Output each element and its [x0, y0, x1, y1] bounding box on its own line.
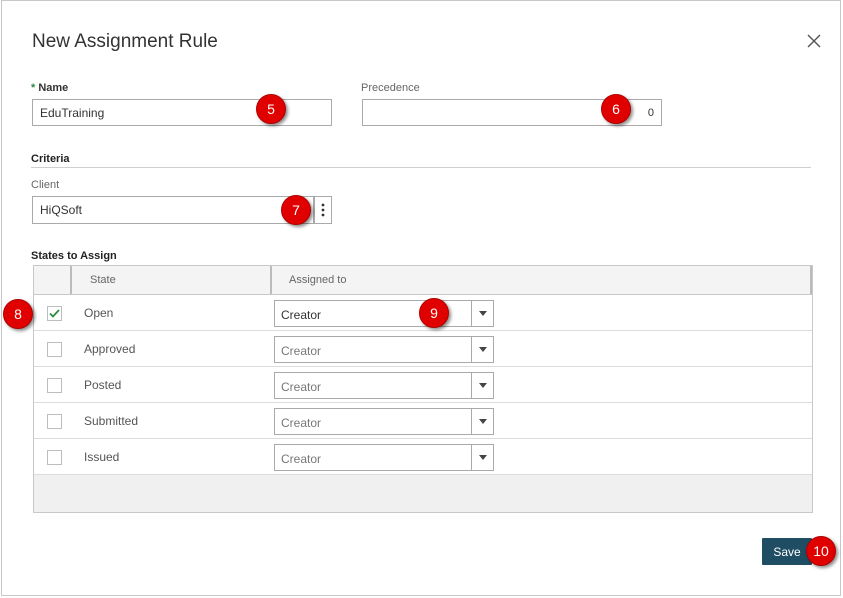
state-checkbox-issued[interactable]	[47, 450, 62, 465]
callout-badge: 7	[281, 195, 311, 225]
table-row: Issued Creator	[34, 439, 812, 475]
chevron-down-icon[interactable]	[471, 373, 493, 398]
name-label-text: Name	[38, 82, 69, 94]
callout-badge: 5	[256, 94, 286, 124]
dialog-title: New Assignment Rule	[32, 31, 218, 52]
criteria-heading: Criteria	[31, 153, 70, 165]
assigned-to-value: Creator	[281, 452, 322, 466]
client-more-button[interactable]	[314, 196, 332, 224]
chevron-down-icon[interactable]	[471, 445, 493, 470]
assigned-to-dropdown[interactable]: Creator	[274, 372, 494, 399]
chevron-down-icon[interactable]	[471, 409, 493, 434]
close-icon[interactable]	[804, 31, 824, 51]
criteria-divider	[31, 167, 811, 168]
state-name: Issued	[84, 450, 120, 464]
state-name: Submitted	[84, 414, 139, 428]
states-heading: States to Assign	[31, 250, 117, 262]
table-row: Submitted Creator	[34, 403, 812, 439]
column-resizer[interactable]	[810, 266, 812, 294]
table-row: Posted Creator	[34, 367, 812, 403]
state-checkbox-submitted[interactable]	[47, 414, 62, 429]
name-input-value: EduTraining	[40, 105, 105, 120]
assigned-to-dropdown[interactable]: Creator	[274, 444, 494, 471]
table-row: Approved Creator	[34, 331, 812, 367]
precedence-label: Precedence	[361, 82, 420, 94]
assigned-to-value: Creator	[281, 344, 322, 358]
assigned-to-dropdown[interactable]: Creator	[274, 408, 494, 435]
assigned-to-dropdown[interactable]: Creator	[274, 300, 494, 327]
state-name: Approved	[84, 342, 136, 356]
column-header-state[interactable]: State	[90, 266, 270, 294]
assigned-to-value: Creator	[281, 380, 322, 394]
callout-badge: 9	[419, 298, 449, 328]
state-checkbox-posted[interactable]	[47, 378, 62, 393]
assigned-to-value: Creator	[281, 308, 322, 322]
chevron-down-icon[interactable]	[471, 301, 493, 326]
state-checkbox-open[interactable]	[47, 306, 62, 321]
name-input[interactable]: EduTraining	[32, 99, 332, 126]
callout-badge: 6	[601, 94, 631, 124]
callout-badge: 10	[806, 536, 836, 566]
client-label: Client	[31, 179, 60, 191]
assigned-to-value: Creator	[281, 416, 322, 430]
column-resizer[interactable]	[70, 266, 72, 294]
client-input[interactable]: HiQSoft	[32, 196, 314, 224]
state-name: Posted	[84, 378, 122, 392]
save-button[interactable]: Save	[762, 538, 812, 565]
precedence-input-value: 0	[647, 106, 654, 119]
client-input-value: HiQSoft	[40, 203, 83, 217]
grid-header: State Assigned to	[34, 266, 812, 295]
kebab-vertical-icon	[321, 203, 325, 217]
state-name: Open	[84, 306, 114, 320]
checkmark-icon	[49, 309, 60, 318]
name-label: * Name	[31, 82, 68, 94]
assigned-to-dropdown[interactable]: Creator	[274, 336, 494, 363]
assignment-rule-dialog: New Assignment Rule * Name EduTraining P…	[1, 0, 841, 596]
grid-footer	[34, 475, 812, 512]
column-resizer[interactable]	[270, 266, 272, 294]
chevron-down-icon[interactable]	[471, 337, 493, 362]
required-mark: *	[31, 82, 36, 94]
column-header-assigned-to[interactable]: Assigned to	[289, 266, 589, 294]
callout-badge: 8	[3, 299, 33, 329]
state-checkbox-approved[interactable]	[47, 342, 62, 357]
